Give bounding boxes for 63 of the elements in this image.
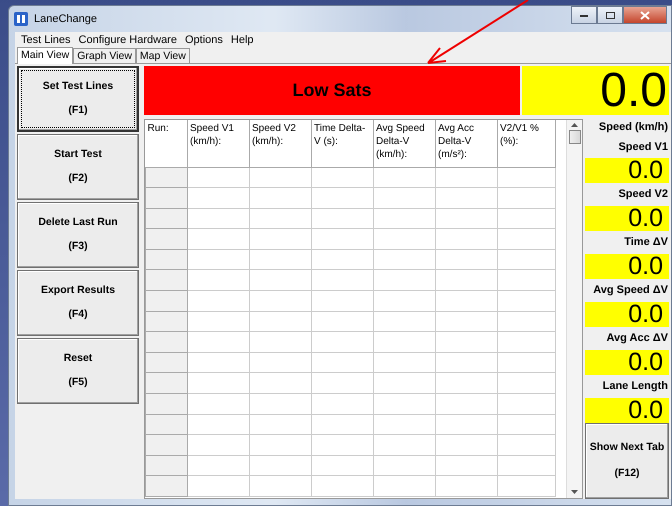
row-header[interactable] bbox=[146, 455, 188, 476]
column-header: Run: bbox=[146, 120, 188, 167]
maximize-button[interactable] bbox=[597, 6, 623, 24]
row-header[interactable] bbox=[146, 372, 188, 394]
menu-item[interactable]: Test Lines bbox=[17, 32, 75, 48]
readout-value: 0.0 bbox=[585, 206, 669, 232]
action-button[interactable]: Export Results (F4) bbox=[17, 270, 139, 336]
row-header[interactable] bbox=[146, 476, 188, 496]
readout-label: Avg Speed ΔV bbox=[592, 283, 669, 298]
window-title: LaneChange bbox=[34, 12, 98, 27]
tab[interactable]: Map View bbox=[136, 48, 190, 63]
row-header[interactable] bbox=[146, 167, 188, 188]
speed-display: 0.0 bbox=[522, 66, 669, 115]
row-header[interactable] bbox=[146, 332, 188, 352]
row-header[interactable] bbox=[146, 434, 188, 456]
action-button[interactable]: Set Test Lines (F1) bbox=[17, 66, 139, 132]
readout-label: Avg Acc ΔV bbox=[606, 331, 669, 346]
readout-label: Speed V1 bbox=[617, 140, 669, 154]
minimize-icon bbox=[580, 14, 588, 16]
readout-label: Time ΔV bbox=[623, 235, 669, 250]
column-header: Avg Speed Delta-V (km/h): bbox=[374, 120, 436, 167]
column-header: Speed V1 (km/h): bbox=[188, 120, 250, 167]
scrollbar[interactable] bbox=[566, 120, 582, 498]
column-header: Speed V2 (km/h): bbox=[250, 120, 312, 167]
tab[interactable]: Main View bbox=[17, 47, 74, 64]
row-header[interactable] bbox=[146, 228, 188, 250]
row-header[interactable] bbox=[146, 290, 188, 312]
column-header: Avg Acc Delta-V (m/s²): bbox=[436, 120, 498, 167]
row-header[interactable] bbox=[146, 352, 188, 373]
readout-value: 0.0 bbox=[585, 254, 669, 280]
row-header[interactable] bbox=[146, 394, 188, 414]
readout-value: 0.0 bbox=[585, 350, 669, 376]
status-banner: Low Sats bbox=[144, 66, 520, 115]
row-header[interactable] bbox=[146, 208, 188, 229]
readout-value: 0.0 bbox=[585, 158, 669, 184]
column-header: Time Delta-V (s): bbox=[312, 120, 374, 167]
maximize-icon bbox=[606, 12, 614, 18]
tab[interactable]: Graph View bbox=[73, 48, 136, 63]
menu-item[interactable]: Help bbox=[226, 32, 258, 48]
scroll-down-icon[interactable] bbox=[571, 490, 578, 495]
row-header[interactable] bbox=[146, 311, 188, 332]
app-icon bbox=[14, 12, 28, 26]
row-header[interactable] bbox=[146, 414, 188, 435]
action-button[interactable]: Delete Last Run (F3) bbox=[17, 202, 139, 268]
next-tab-button[interactable]: Show Next Tab (F12) bbox=[585, 423, 669, 500]
minimize-button[interactable] bbox=[571, 6, 597, 24]
action-button[interactable]: Start Test (F2) bbox=[17, 134, 139, 200]
action-button[interactable]: Reset (F5) bbox=[17, 338, 139, 404]
close-icon bbox=[640, 10, 650, 20]
scroll-up-icon[interactable] bbox=[571, 123, 578, 128]
speed-label: Speed (km/h) bbox=[598, 120, 669, 135]
scroll-thumb[interactable] bbox=[568, 130, 580, 144]
close-button[interactable] bbox=[623, 6, 667, 24]
column-header: V2/V1 % (%): bbox=[498, 120, 556, 167]
row-header[interactable] bbox=[146, 249, 188, 270]
readout-value: 0.0 bbox=[585, 398, 669, 424]
menu-item[interactable]: Options bbox=[180, 32, 227, 48]
readout-label: Lane Length bbox=[602, 379, 669, 394]
readout-label: Speed V2 bbox=[617, 187, 669, 202]
readout-value: 0.0 bbox=[585, 302, 669, 328]
row-header[interactable] bbox=[146, 270, 188, 291]
menu-item[interactable]: Configure Hardware bbox=[74, 32, 181, 48]
row-header[interactable] bbox=[146, 188, 188, 208]
